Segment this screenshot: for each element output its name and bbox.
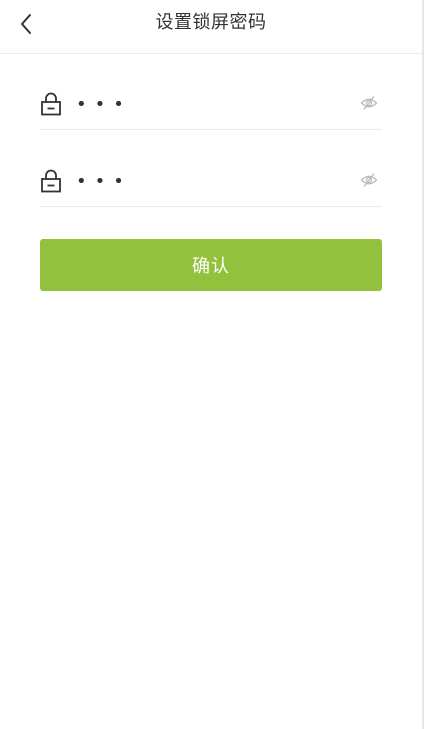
confirm-password-field [40, 156, 382, 207]
eye-hidden-icon[interactable] [360, 171, 378, 189]
lock-icon [41, 92, 61, 116]
lock-icon [41, 169, 61, 193]
top-bar: 设置锁屏密码 [0, 0, 422, 54]
page-title: 设置锁屏密码 [155, 12, 267, 33]
confirm-button[interactable]: 确认 [40, 239, 382, 291]
password-input[interactable] [76, 89, 326, 119]
eye-hidden-icon[interactable] [360, 94, 378, 112]
password-field [40, 79, 382, 130]
confirm-password-input[interactable] [76, 166, 326, 196]
